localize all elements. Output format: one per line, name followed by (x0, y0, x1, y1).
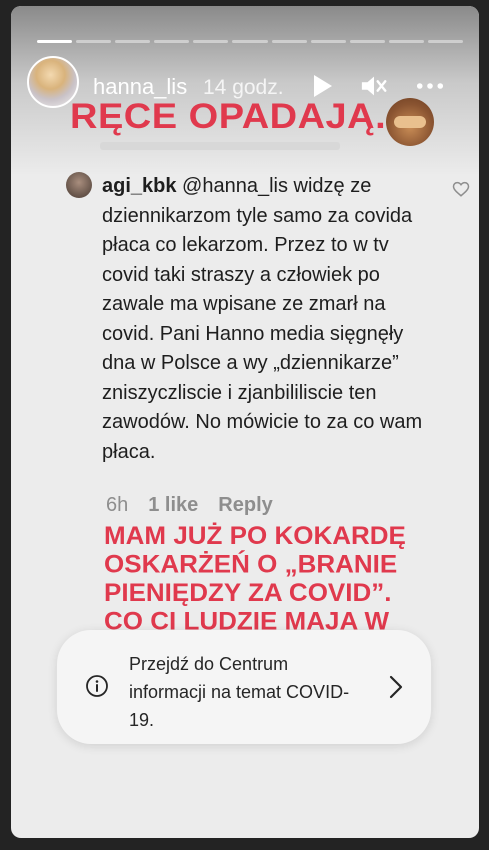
progress-segment (232, 40, 268, 43)
faded-text-line (100, 142, 340, 150)
comment-age: 6h (106, 494, 129, 516)
progress-segment (388, 40, 424, 43)
reply-button[interactable]: Reply (218, 494, 272, 517)
comment-mention[interactable]: @hanna_lis (182, 175, 288, 197)
progress-segment (193, 40, 229, 43)
post-time: 14 godz. (203, 76, 284, 99)
progress-segment (349, 40, 385, 43)
comment-text: agi_kbk @hanna_lis widzę ze dziennikarzo… (102, 172, 432, 467)
play-icon[interactable] (308, 72, 336, 100)
comment-meta: 6h 1 like Reply (106, 494, 273, 517)
progress-segment (271, 40, 307, 43)
progress-segment (154, 40, 190, 43)
story-progress (37, 40, 464, 43)
heart-icon[interactable] (452, 180, 470, 198)
mute-icon[interactable] (360, 72, 388, 100)
caption-overlay: MAM JUŻ PO KOKARDĘ OSKARŻEŃ O „BRANIE PI… (104, 521, 406, 635)
story-frame[interactable]: hanna_lis 14 godz. RĘCE OPADAJĄ. agi_kbk… (11, 6, 479, 838)
more-icon[interactable] (416, 72, 444, 100)
comment-username[interactable]: agi_kbk (102, 175, 176, 197)
progress-segment (115, 40, 151, 43)
progress-segment (427, 40, 464, 43)
progress-segment (76, 40, 112, 43)
progress-segment (37, 40, 73, 43)
covid-info-sticker[interactable]: Przejdź do Centrum informacji na temat C… (57, 630, 431, 744)
info-icon (85, 674, 109, 698)
comment-body: widzę ze dziennikarzom tyle samo za covi… (102, 175, 423, 463)
headline-overlay: RĘCE OPADAJĄ. (70, 97, 387, 137)
info-card-text: Przejdź do Centrum informacji na temat C… (129, 654, 350, 730)
username[interactable]: hanna_lis (93, 74, 187, 100)
commenter-avatar[interactable] (66, 172, 92, 198)
progress-segment (310, 40, 346, 43)
comment-likes[interactable]: 1 like (148, 494, 198, 517)
chevron-right-icon (385, 674, 407, 700)
see-no-evil-monkey-icon (386, 98, 434, 146)
